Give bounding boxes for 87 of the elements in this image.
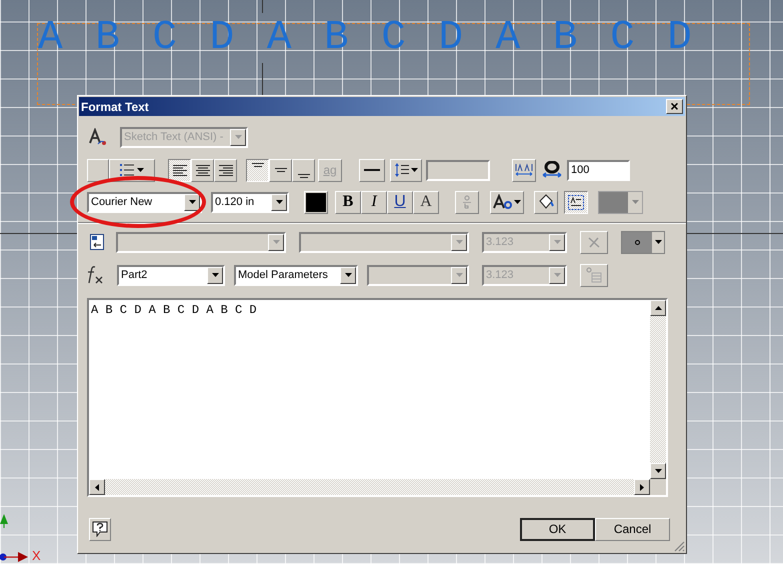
caret-icon bbox=[276, 200, 282, 204]
numbered-list-icon bbox=[120, 163, 134, 177]
blank-button[interactable] bbox=[87, 158, 109, 182]
text-case-icon bbox=[493, 194, 513, 210]
justify-center-button[interactable] bbox=[191, 158, 214, 182]
window-title: Format Text bbox=[81, 98, 149, 116]
ok-button[interactable]: OK bbox=[520, 518, 595, 540]
axis-line bbox=[262, 0, 263, 13]
line-spacing-icon bbox=[394, 163, 408, 177]
parameter-dropdown[interactable]: Part2 bbox=[117, 264, 225, 286]
caret-icon bbox=[272, 240, 280, 244]
parameter-list-icon bbox=[90, 234, 104, 250]
symbol-dropdown[interactable] bbox=[621, 230, 665, 254]
font-dropdown[interactable]: Courier New bbox=[87, 192, 202, 212]
help-button[interactable] bbox=[89, 518, 111, 540]
scroll-right-icon bbox=[640, 484, 644, 490]
caret-icon bbox=[234, 135, 242, 139]
resize-grip-icon bbox=[673, 540, 685, 552]
caret-icon bbox=[554, 240, 560, 244]
parameter-dropdown[interactable]: Model Parameters bbox=[234, 264, 358, 286]
fit-width-button[interactable] bbox=[512, 158, 536, 182]
list-button[interactable] bbox=[109, 158, 155, 182]
caret-icon bbox=[514, 200, 521, 204]
italic-button[interactable]: I bbox=[361, 190, 387, 214]
close-button[interactable]: × bbox=[666, 99, 683, 114]
parameter-button[interactable] bbox=[580, 264, 608, 286]
align-bottom-icon bbox=[298, 174, 310, 178]
align-center-icon bbox=[196, 164, 210, 176]
caret-icon bbox=[137, 168, 144, 172]
text-frame-icon bbox=[568, 194, 584, 210]
line-icon bbox=[364, 168, 380, 172]
scroll-up-icon bbox=[654, 306, 662, 310]
align-middle-button[interactable] bbox=[269, 158, 292, 182]
insert-parameter-button[interactable] bbox=[580, 230, 608, 254]
fill-button[interactable] bbox=[534, 190, 558, 214]
fit-width-icon bbox=[515, 163, 533, 177]
scroll-down-icon bbox=[654, 469, 662, 473]
stretch-icon bbox=[542, 161, 562, 179]
caret-icon bbox=[212, 273, 218, 277]
text-style-icon bbox=[89, 128, 107, 146]
line-button[interactable] bbox=[359, 158, 385, 182]
caret-icon bbox=[654, 240, 662, 244]
axis-line bbox=[262, 63, 263, 95]
cancel-button[interactable]: Cancel bbox=[595, 518, 670, 540]
line-spacing-button[interactable] bbox=[390, 158, 422, 182]
caret-icon bbox=[554, 273, 560, 277]
justify-right-button[interactable] bbox=[214, 158, 237, 182]
caret-icon bbox=[456, 240, 462, 244]
align-top-icon bbox=[252, 162, 264, 166]
align-bottom-button[interactable] bbox=[292, 158, 315, 182]
fraction-icon bbox=[462, 195, 472, 209]
function-x-icon bbox=[587, 236, 601, 248]
text-area[interactable]: A B C D A B C D A B C D bbox=[87, 298, 668, 497]
bold-button[interactable]: B bbox=[335, 190, 361, 214]
y-axis-arrow-icon bbox=[0, 514, 8, 528]
horizontal-scrollbar[interactable] bbox=[89, 479, 650, 495]
align-top-button[interactable] bbox=[246, 158, 269, 182]
color-dropdown[interactable] bbox=[598, 190, 643, 214]
symbol-dot-icon bbox=[634, 240, 640, 244]
stack-button[interactable] bbox=[455, 190, 479, 214]
stretch-field[interactable]: 100 bbox=[567, 160, 630, 180]
caret-icon bbox=[188, 200, 196, 204]
caret-icon bbox=[344, 273, 352, 277]
axis-label: X bbox=[32, 549, 41, 563]
spacing-field[interactable] bbox=[426, 160, 490, 180]
caret-icon bbox=[632, 200, 638, 204]
strikethrough-button[interactable]: A bbox=[413, 190, 439, 214]
align-left-icon bbox=[172, 164, 186, 176]
parameter-table-icon bbox=[586, 267, 602, 283]
vertical-scrollbar[interactable] bbox=[650, 300, 666, 479]
caret-icon bbox=[456, 273, 462, 277]
text-content: A B C D A B C D A B C D bbox=[91, 303, 257, 317]
help-icon bbox=[92, 521, 108, 537]
caret-icon bbox=[410, 168, 418, 172]
size-dropdown[interactable]: 0.120 in bbox=[211, 192, 289, 212]
scroll-left-icon bbox=[95, 484, 99, 490]
color-button[interactable] bbox=[304, 190, 328, 214]
justify-left-button[interactable] bbox=[168, 158, 191, 182]
case-button[interactable] bbox=[490, 190, 524, 214]
x-axis-arrow-icon bbox=[0, 552, 28, 562]
paint-bucket-icon bbox=[538, 194, 554, 210]
frame-button[interactable] bbox=[564, 190, 588, 214]
underline-button[interactable]: U bbox=[387, 190, 413, 214]
align-right-icon bbox=[218, 164, 232, 176]
function-fx-icon bbox=[86, 266, 104, 284]
align-middle-icon bbox=[274, 168, 286, 172]
scrollbar-corner bbox=[650, 479, 666, 495]
